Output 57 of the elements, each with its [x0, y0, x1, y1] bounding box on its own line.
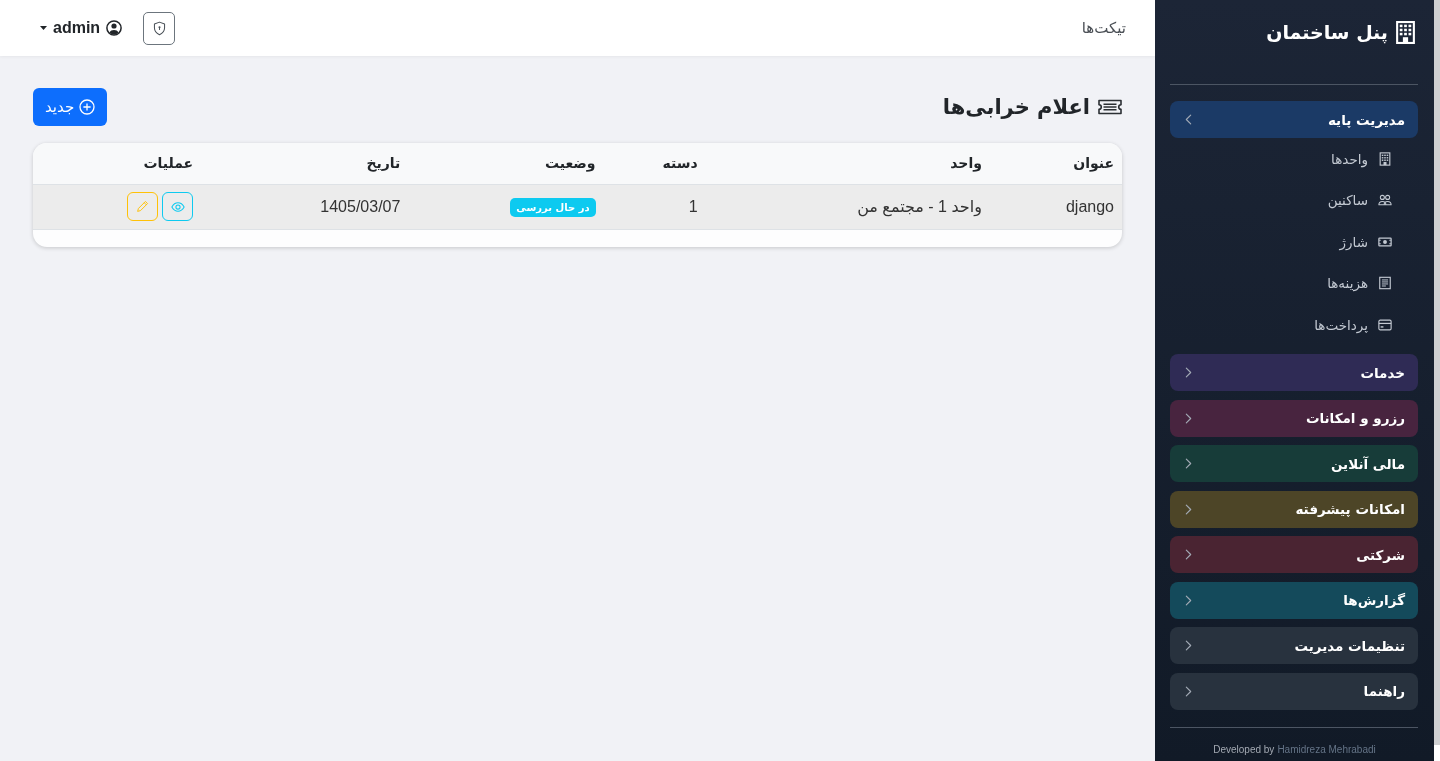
table-cell: واحد 1 - مجتمع من	[705, 184, 990, 229]
author-link[interactable]: Hamidreza Mehrabadi	[1277, 743, 1376, 755]
chevron-right-icon	[1185, 549, 1192, 560]
building-icon	[1396, 20, 1415, 44]
user-menu-button[interactable]: admin	[30, 13, 133, 43]
menu-group-button[interactable]: رزرو و امکانات	[1170, 399, 1418, 437]
chevron-right-icon	[1185, 594, 1192, 606]
menu-group-button[interactable]: گزارش‌ها	[1170, 581, 1418, 619]
people-icon	[1378, 193, 1392, 208]
page-title: تیکت‌ها	[1081, 19, 1126, 37]
sidebar-link[interactable]: واحدها	[1331, 138, 1418, 180]
building-icon	[1378, 151, 1392, 166]
menu-group-button[interactable]: شرکتی	[1170, 536, 1418, 573]
menu-group-button[interactable]: خدمات	[1170, 354, 1418, 391]
footer-credit: Developed by Hamidreza Mehrabadi	[1212, 743, 1377, 755]
plus-circle-icon	[79, 99, 96, 115]
new-button[interactable]: جدید	[33, 88, 108, 126]
menu-group-button[interactable]: مدیریت پایه	[1170, 101, 1418, 138]
chevron-right-icon	[1185, 640, 1192, 651]
chevron-right-icon	[1185, 503, 1192, 515]
status-badge: در حال بررسی	[510, 197, 596, 217]
cash-icon	[1378, 234, 1392, 249]
chevron-right-icon	[1185, 367, 1192, 378]
brand-title: پنل ساختمان	[1266, 21, 1388, 43]
eye-icon	[170, 199, 185, 214]
menu-group-button[interactable]: مالی آنلاین	[1170, 445, 1418, 482]
credit-card-icon	[1378, 317, 1392, 332]
pencil-icon	[136, 200, 150, 213]
menu-group-button[interactable]: تنظیمات مدیریت	[1170, 627, 1418, 664]
table-cell: 1	[603, 184, 706, 229]
menu-group-button[interactable]: راهنما	[1170, 672, 1418, 710]
list-icon	[1378, 276, 1392, 291]
security-button[interactable]	[143, 11, 176, 45]
column-header: وضعیت	[408, 143, 604, 184]
column-header: دسته	[603, 143, 706, 184]
menu-group-button[interactable]: امکانات پیشرفته	[1170, 490, 1418, 528]
column-header: عملیات	[33, 143, 202, 184]
sidebar-link[interactable]: پرداخت‌ها	[1314, 304, 1418, 346]
chevron-left-icon	[1185, 114, 1192, 125]
ticket-icon	[1098, 99, 1122, 115]
shield-icon	[151, 20, 167, 36]
edit-button[interactable]	[127, 192, 159, 221]
column-header: تاریخ	[201, 143, 409, 184]
chevron-right-icon	[1185, 685, 1192, 697]
sidebar-link[interactable]: ساکنین	[1327, 179, 1418, 221]
caret-icon	[40, 26, 47, 30]
table-cell: 1405/03/07	[201, 184, 409, 229]
chevron-right-icon	[1185, 412, 1192, 424]
table-cell: django	[989, 184, 1122, 229]
user-icon	[106, 20, 123, 36]
sidebar-link[interactable]: شارژ	[1339, 221, 1418, 263]
chevron-right-icon	[1185, 458, 1192, 469]
view-button[interactable]	[162, 192, 194, 221]
column-header: عنوان	[989, 143, 1122, 184]
page-heading: اعلام خرابی‌ها	[942, 95, 1090, 119]
sidebar-link[interactable]: هزینه‌ها	[1327, 262, 1418, 304]
column-header: واحد	[705, 143, 990, 184]
